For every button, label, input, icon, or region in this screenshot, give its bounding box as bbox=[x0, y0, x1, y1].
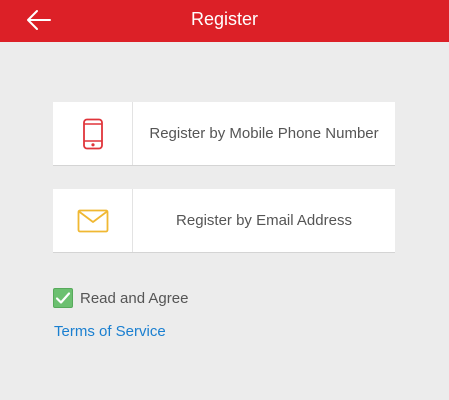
phone-icon-cell bbox=[53, 102, 133, 165]
agree-label: Read and Agree bbox=[80, 289, 189, 307]
agree-checkbox[interactable] bbox=[53, 288, 73, 308]
terms-of-service-link[interactable]: Terms of Service bbox=[54, 323, 166, 340]
agreement-row: Read and Agree bbox=[53, 287, 188, 309]
register-by-phone-option[interactable]: Register by Mobile Phone Number bbox=[53, 102, 395, 165]
envelope-icon bbox=[77, 209, 108, 232]
mobile-phone-icon bbox=[82, 118, 103, 149]
email-icon-cell bbox=[53, 189, 133, 252]
page-title: Register bbox=[190, 9, 259, 29]
register-by-email-option[interactable]: Register by Email Address bbox=[53, 189, 395, 252]
register-screen: Register Register by Mobile Phone Number… bbox=[0, 0, 449, 400]
checkmark-icon bbox=[55, 292, 71, 304]
register-by-phone-label: Register by Mobile Phone Number bbox=[149, 125, 379, 142]
top-app-bar: Register bbox=[0, 0, 449, 42]
register-by-email-label: Register by Email Address bbox=[176, 212, 352, 229]
